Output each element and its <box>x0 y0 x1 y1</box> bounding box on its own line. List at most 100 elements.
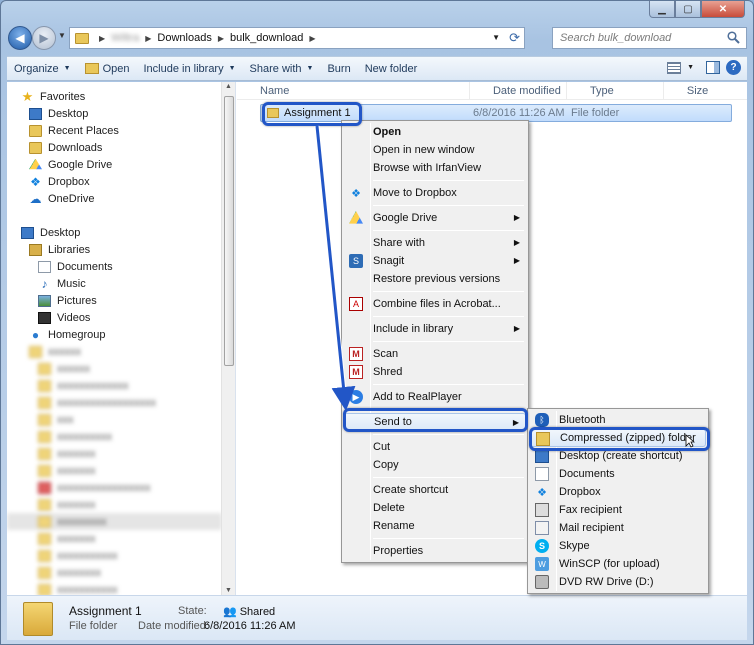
tree-item-blurred-selected[interactable]: xxxxxxxxx <box>7 513 222 530</box>
tree-item-dropbox[interactable]: ❖ Dropbox <box>7 173 222 190</box>
tree-item-downloads[interactable]: Downloads <box>7 139 222 156</box>
breadcrumb-bulk-download[interactable]: bulk_download <box>230 32 303 44</box>
breadcrumb-separator-icon[interactable]: ▶ <box>218 34 224 43</box>
search-input[interactable]: Search bulk_download <box>552 27 747 49</box>
tree-item-blurred[interactable]: xxxxxxx <box>7 530 222 547</box>
tree-item-blurred[interactable]: xxxxxx <box>7 343 222 360</box>
menu-item-cut[interactable]: Cut <box>344 438 526 456</box>
scroll-down-icon[interactable]: ▼ <box>225 587 232 594</box>
column-header-type[interactable]: Type <box>567 82 664 100</box>
change-view-icon[interactable] <box>667 61 682 74</box>
scrollbar-thumb[interactable] <box>224 96 234 366</box>
submenu-item-winscp[interactable]: W WinSCP (for upload) <box>530 555 706 573</box>
tree-item-onedrive[interactable]: ☁ OneDrive <box>7 190 222 207</box>
open-button[interactable]: Open <box>78 58 137 80</box>
tree-item-blurred[interactable]: xxxxxxxxxxxxx <box>7 377 222 394</box>
tree-item-blurred[interactable]: xxxxxxx <box>7 496 222 513</box>
winscp-icon: W <box>535 557 549 571</box>
tree-item-blurred[interactable]: xxxxxxx <box>7 462 222 479</box>
forward-arrow-icon: ▶ <box>39 31 49 45</box>
menu-item-open-new-window[interactable]: Open in new window <box>344 141 526 159</box>
tree-item-blurred[interactable]: xxxxxxxxxxxxxxxxx <box>7 479 222 496</box>
tree-item-blurred[interactable]: xxx <box>7 411 222 428</box>
maximize-button[interactable]: ▢ <box>675 1 701 18</box>
organize-button[interactable]: Organize ▼ <box>7 58 78 80</box>
tree-item-blurred[interactable]: xxxxxx <box>7 360 222 377</box>
menu-item-create-shortcut[interactable]: Create shortcut <box>344 481 526 499</box>
menu-item-shred[interactable]: M Shred <box>344 363 526 381</box>
tree-item-blurred[interactable]: xxxxxxxxxxx <box>7 547 222 564</box>
submenu-item-fax[interactable]: Fax recipient <box>530 501 706 519</box>
menu-item-copy[interactable]: Copy <box>344 456 526 474</box>
tree-item-pictures[interactable]: Pictures <box>7 292 222 309</box>
breadcrumb-downloads[interactable]: Downloads <box>157 32 211 44</box>
burn-button[interactable]: Burn <box>320 58 357 80</box>
menu-item-scan[interactable]: M Scan <box>344 345 526 363</box>
tree-item-libraries[interactable]: Libraries <box>7 241 222 258</box>
tree-item-blurred[interactable]: xxxxxxxxxxx <box>7 581 222 595</box>
menu-item-send-to[interactable]: Send to ▶ <box>344 413 526 431</box>
tree-item-documents[interactable]: Documents <box>7 258 222 275</box>
submenu-item-documents[interactable]: Documents <box>530 465 706 483</box>
tree-item-blurred[interactable]: xxxxxxxxxxxxxxxxxx <box>7 394 222 411</box>
preview-pane-icon[interactable] <box>706 61 720 74</box>
recent-pages-dropdown[interactable]: ▼ <box>58 31 66 40</box>
breadcrumb-separator-icon[interactable]: ▶ <box>99 34 105 43</box>
address-dropdown-icon[interactable]: ▼ <box>492 33 500 42</box>
help-icon[interactable]: ? <box>726 60 741 75</box>
tree-item-blurred[interactable]: xxxxxxxxxx <box>7 428 222 445</box>
tree-item-videos[interactable]: Videos <box>7 309 222 326</box>
menu-item-move-to-dropbox[interactable]: ❖ Move to Dropbox <box>344 184 526 202</box>
column-header-date-modified[interactable]: Date modified <box>470 82 567 100</box>
view-dropdown-icon[interactable]: ▼ <box>687 64 694 71</box>
breadcrumb-user[interactable]: Wiltra <box>111 32 139 44</box>
menu-item-open[interactable]: Open <box>344 123 526 141</box>
menu-item-rename[interactable]: Rename <box>344 517 526 535</box>
file-date: 6/8/2016 11:26 AM <box>473 107 565 119</box>
search-icon[interactable] <box>727 31 740 44</box>
menu-item-google-drive[interactable]: Google Drive ▶ <box>344 209 526 227</box>
forward-button[interactable]: ▶ <box>32 26 56 50</box>
tree-item-blurred[interactable]: xxxxxxx <box>7 445 222 462</box>
close-button[interactable]: ✕ <box>701 1 745 18</box>
include-in-library-button[interactable]: Include in library ▼ <box>137 58 243 80</box>
scroll-up-icon[interactable]: ▲ <box>225 83 232 90</box>
tree-item-homegroup[interactable]: ● Homegroup <box>7 326 222 343</box>
submenu-item-dropbox[interactable]: ❖ Dropbox <box>530 483 706 501</box>
menu-item-delete[interactable]: Delete <box>344 499 526 517</box>
breadcrumb-separator-icon[interactable]: ▶ <box>145 34 151 43</box>
submenu-item-skype[interactable]: S Skype <box>530 537 706 555</box>
submenu-item-dvd[interactable]: DVD RW Drive (D:) <box>530 573 706 591</box>
back-button[interactable]: ◀ <box>8 26 32 50</box>
breadcrumb-separator-icon[interactable]: ▶ <box>309 34 315 43</box>
submenu-item-compressed-folder[interactable]: Compressed (zipped) folder <box>530 429 706 447</box>
share-with-button[interactable]: Share with ▼ <box>243 58 321 80</box>
tree-item-favorites[interactable]: ★ Favorites <box>7 88 222 105</box>
submenu-item-mail[interactable]: Mail recipient <box>530 519 706 537</box>
open-folder-icon <box>84 63 99 74</box>
menu-item-snagit[interactable]: S Snagit ▶ <box>344 252 526 270</box>
column-header-size[interactable]: Size <box>664 82 747 100</box>
submenu-item-bluetooth[interactable]: ᛒ Bluetooth <box>530 411 706 429</box>
menu-item-properties[interactable]: Properties <box>344 542 526 560</box>
menu-item-browse-irfanview[interactable]: Browse with IrfanView <box>344 159 526 177</box>
new-folder-button[interactable]: New folder <box>358 58 425 80</box>
submenu-item-desktop-shortcut[interactable]: Desktop (create shortcut) <box>530 447 706 465</box>
tree-item-desktop[interactable]: Desktop <box>7 105 222 122</box>
menu-item-add-to-realplayer[interactable]: ▶ Add to RealPlayer <box>344 388 526 406</box>
navigation-scrollbar[interactable]: ▲ ▼ <box>221 82 235 595</box>
tree-item-google-drive[interactable]: Google Drive <box>7 156 222 173</box>
menu-item-share-with[interactable]: Share with ▶ <box>344 234 526 252</box>
column-header-name[interactable]: Name <box>237 82 470 100</box>
address-bar[interactable]: ▶ Wiltra ▶ Downloads ▶ bulk_download ▶ ▼… <box>69 27 525 49</box>
folder-icon <box>38 464 51 477</box>
menu-item-include-in-library[interactable]: Include in library ▶ <box>344 320 526 338</box>
menu-item-restore-previous[interactable]: Restore previous versions <box>344 270 526 288</box>
refresh-icon[interactable]: ⟳ <box>509 30 520 46</box>
menu-item-combine-acrobat[interactable]: A Combine files in Acrobat... <box>344 295 526 313</box>
tree-item-music[interactable]: ♪ Music <box>7 275 222 292</box>
minimize-button[interactable]: ▁ <box>649 1 675 18</box>
tree-item-desktop-root[interactable]: Desktop <box>7 224 222 241</box>
tree-item-blurred[interactable]: xxxxxxxx <box>7 564 222 581</box>
tree-item-recent-places[interactable]: Recent Places <box>7 122 222 139</box>
